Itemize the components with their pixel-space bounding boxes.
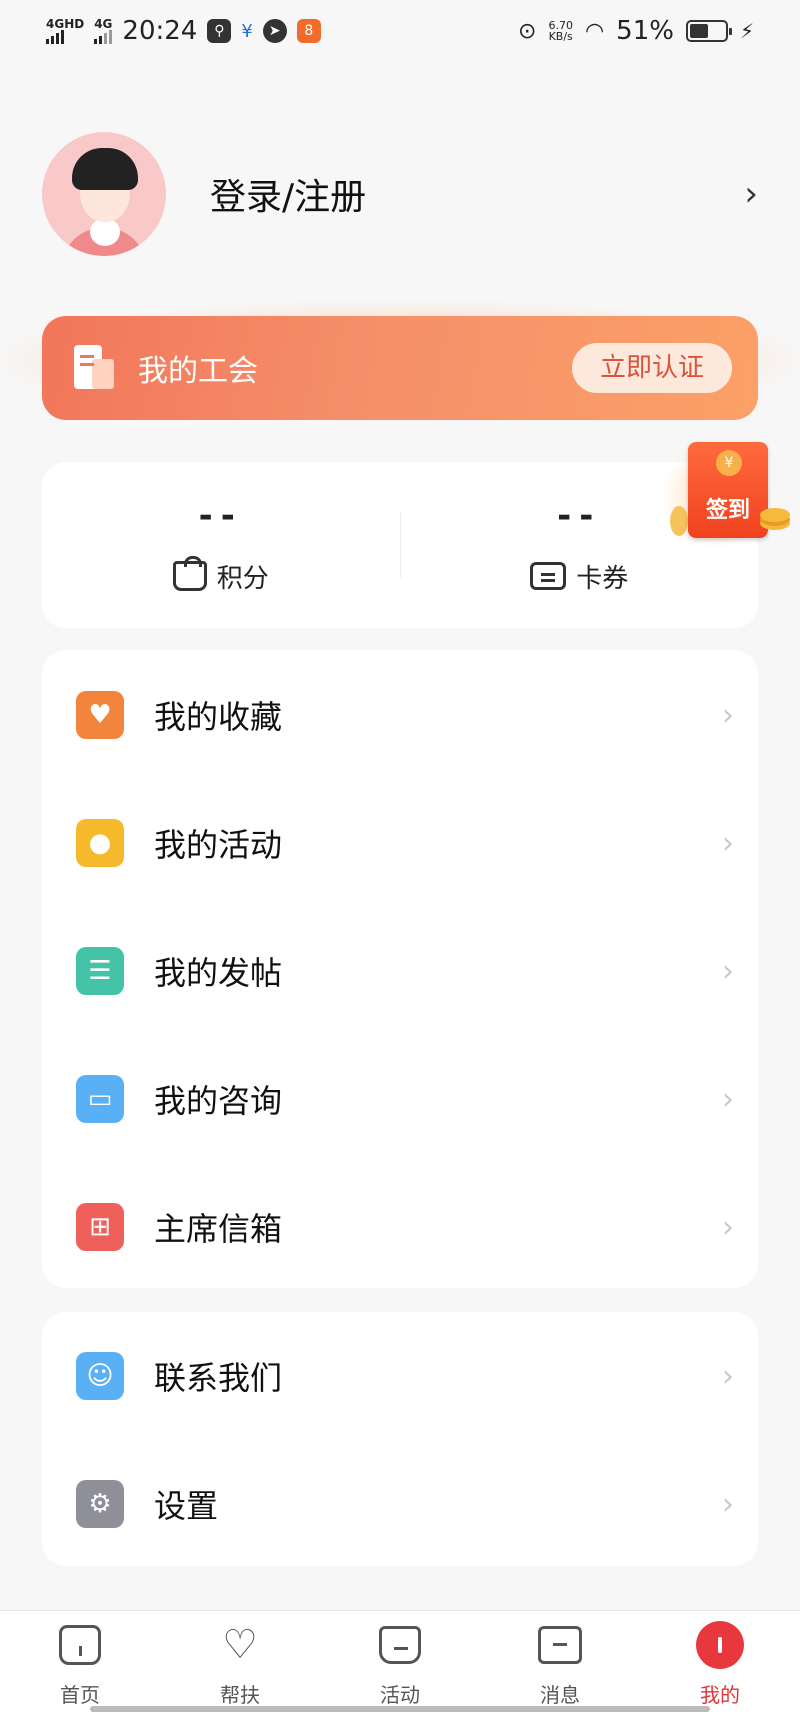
- currency-icon: ¥: [241, 20, 253, 42]
- coupons-value: --: [557, 495, 602, 536]
- chevron-right-icon: ›: [722, 1486, 734, 1522]
- ticket-icon: [530, 562, 567, 590]
- wifi-icon: ◠: [584, 18, 605, 44]
- menu-item-favorites[interactable]: ♥ 我的收藏 ›: [42, 651, 758, 779]
- home-icon: [59, 1625, 101, 1665]
- menu-item-label: 我的收藏: [154, 698, 283, 736]
- menu-item-contact-us[interactable]: ☺ 联系我们 ›: [42, 1312, 758, 1440]
- menu-item-label: 我的活动: [154, 826, 283, 864]
- network-speed: 6.70 KB/s: [548, 19, 573, 43]
- sign-in-label: 签到: [705, 498, 750, 523]
- chevron-right-icon: ›: [722, 1358, 734, 1394]
- nav-label: 活动: [380, 1683, 420, 1707]
- menu-item-label: 联系我们: [154, 1359, 283, 1397]
- charging-icon: ⚡: [739, 19, 754, 43]
- coupons-label: 卡券: [576, 563, 629, 594]
- nav-messages[interactable]: 消息: [480, 1611, 640, 1716]
- nav-label: 首页: [60, 1683, 100, 1707]
- coin-icon: ¥: [716, 450, 742, 476]
- clipboard-icon: ☰: [76, 947, 124, 995]
- signal-bars-icon: [46, 30, 84, 44]
- menu-item-posts[interactable]: ☰ 我的发帖 ›: [42, 907, 758, 1035]
- location-icon: ⊙: [518, 18, 537, 44]
- chevron-right-icon: ›: [722, 1081, 734, 1117]
- secondary-menu-card: ☺ 联系我们 › ⚙ 设置 ›: [42, 1312, 758, 1566]
- nav-label: 我的: [700, 1683, 740, 1707]
- chevron-right-icon: ›: [744, 174, 758, 214]
- robot-icon: ☺: [76, 1352, 124, 1400]
- clock: 20:24: [122, 16, 198, 46]
- nav-mine[interactable]: 我的: [640, 1611, 800, 1716]
- union-title: 我的工会: [138, 354, 258, 389]
- verify-now-button[interactable]: 立即认证: [571, 343, 732, 393]
- battery-icon: [685, 20, 732, 42]
- balloon-icon: ●: [76, 819, 124, 867]
- my-union-banner[interactable]: 我的工会 立即认证: [42, 316, 758, 420]
- app-notification-icon-2: 8: [296, 19, 321, 43]
- shopping-bag-icon: [172, 556, 207, 591]
- menu-item-activities[interactable]: ● 我的活动 ›: [42, 779, 758, 907]
- document-icon: [74, 345, 114, 391]
- nav-home[interactable]: 首页: [0, 1611, 160, 1716]
- menu-item-label: 设置: [154, 1487, 219, 1525]
- bottom-nav: 首页 ♡ 帮扶 活动 消息 我的: [0, 1610, 800, 1716]
- nav-label: 消息: [540, 1683, 580, 1707]
- menu-item-label: 主席信箱: [154, 1210, 283, 1248]
- signal-4ghd: 4GHD: [46, 18, 84, 44]
- main-menu-card: ♥ 我的收藏 › ● 我的活动 › ☰ 我的发帖 › ▭ 我的咨询 › ⊞ 主席…: [42, 650, 758, 1288]
- menu-item-consultations[interactable]: ▭ 我的咨询 ›: [42, 1035, 758, 1163]
- signal-4g: 4G: [94, 18, 112, 44]
- chevron-right-icon: ›: [722, 697, 734, 733]
- battery-percent: 51%: [616, 16, 674, 46]
- chat-icon: ▭: [76, 1075, 124, 1123]
- chevron-right-icon: ›: [722, 953, 734, 989]
- nav-assistance[interactable]: ♡ 帮扶: [160, 1611, 320, 1716]
- chevron-right-icon: ›: [722, 825, 734, 861]
- usb-icon: ⚲: [207, 19, 232, 43]
- login-register-link[interactable]: 登录/注册: [210, 168, 366, 220]
- mailbox-icon: ⊞: [76, 1203, 124, 1251]
- points-value: --: [198, 495, 243, 536]
- gear-icon: ⚙: [76, 1480, 124, 1528]
- home-indicator[interactable]: [90, 1706, 710, 1712]
- handshake-heart-icon: ♡: [222, 1622, 258, 1668]
- menu-item-chairman-mailbox[interactable]: ⊞ 主席信箱 ›: [42, 1163, 758, 1291]
- menu-item-label: 我的发帖: [154, 954, 283, 992]
- points-card: -- 积分 -- 卡券: [42, 462, 758, 628]
- points-column[interactable]: -- 积分: [42, 462, 400, 628]
- heart-plus-icon: ♥: [76, 691, 124, 739]
- menu-item-settings[interactable]: ⚙ 设置 ›: [42, 1440, 758, 1568]
- points-label: 积分: [216, 563, 269, 594]
- nav-activities[interactable]: 活动: [320, 1611, 480, 1716]
- signal-bars-icon: [94, 30, 113, 44]
- chevron-right-icon: ›: [722, 1209, 734, 1245]
- sign-in-badge[interactable]: ¥ 签到: [652, 436, 800, 554]
- avatar[interactable]: [42, 132, 166, 256]
- profile-icon: [696, 1621, 744, 1669]
- login-row[interactable]: 登录/注册 ›: [42, 132, 758, 256]
- app-notification-icon: ➤: [262, 19, 287, 43]
- menu-item-label: 我的咨询: [154, 1082, 283, 1120]
- nav-label: 帮扶: [220, 1683, 260, 1707]
- status-bar: 4GHD 4G 20:24 ⚲ ¥ ➤ 8 ⊙ 6.70 KB/s ◠ 51% …: [0, 0, 800, 62]
- message-icon: [538, 1626, 582, 1664]
- gift-icon: [379, 1626, 421, 1664]
